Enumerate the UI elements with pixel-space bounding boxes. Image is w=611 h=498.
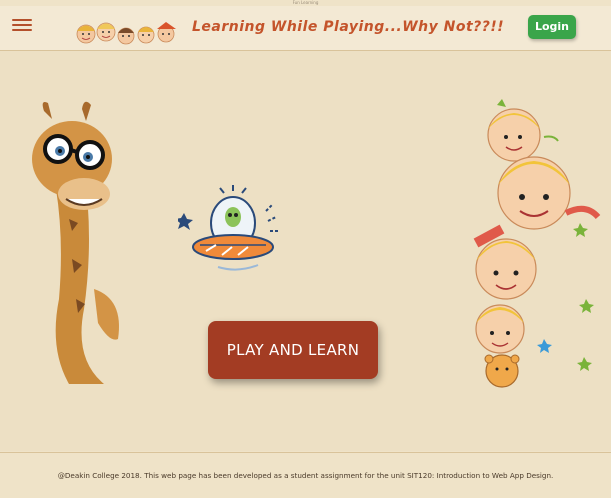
play-and-learn-button[interactable]: PLAY AND LEARN bbox=[208, 321, 378, 379]
footer-copyright: @Deakin College 2018. This web page has … bbox=[57, 471, 554, 480]
main-content: PLAY AND LEARN bbox=[0, 51, 611, 451]
hamburger-icon[interactable] bbox=[12, 16, 32, 34]
giraffe-illustration bbox=[32, 101, 119, 384]
footer: @Deakin College 2018. This web page has … bbox=[0, 452, 611, 498]
kids-illustration bbox=[473, 99, 601, 388]
header: Learning While Playing...Why Not??!! Log… bbox=[0, 6, 611, 51]
login-button[interactable]: Login bbox=[528, 15, 576, 39]
kids-logo bbox=[76, 22, 176, 45]
ufo-illustration bbox=[178, 185, 280, 271]
tagline: Learning While Playing...Why Not??!! bbox=[192, 19, 505, 35]
